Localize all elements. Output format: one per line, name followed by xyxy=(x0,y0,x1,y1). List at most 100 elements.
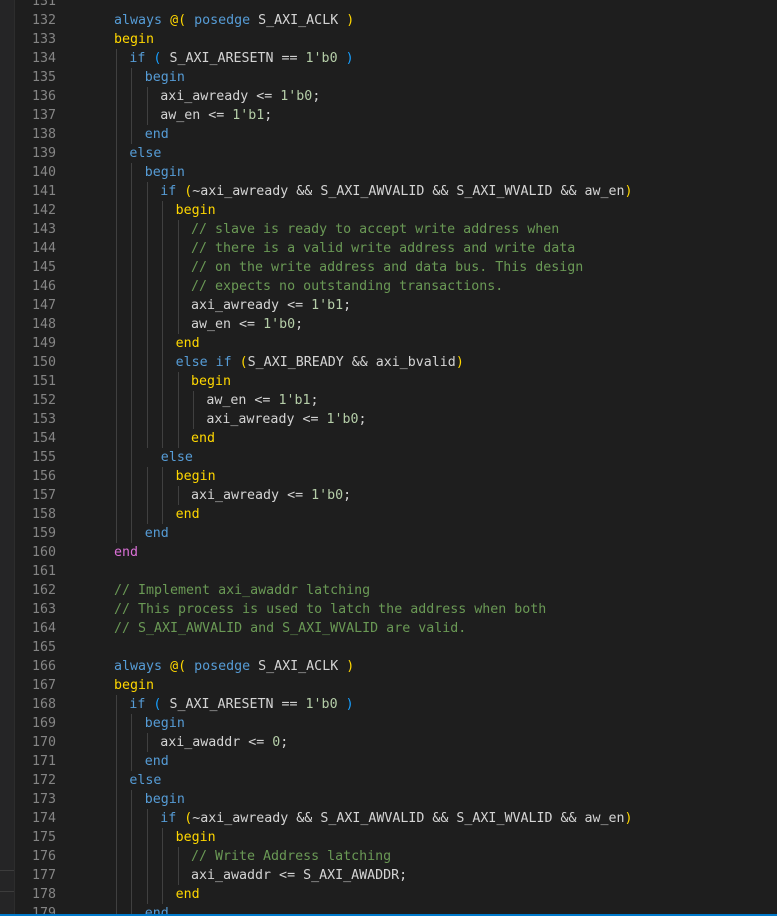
line-number: 134 xyxy=(31,51,56,66)
code-line[interactable]: 158 end xyxy=(14,505,777,524)
code-line[interactable]: 159 end xyxy=(14,524,777,543)
code-token: ) xyxy=(345,697,354,712)
indent-guide xyxy=(131,372,133,391)
line-number: 141 xyxy=(31,184,56,199)
code-token: 1'b1 xyxy=(278,393,311,408)
code-line[interactable]: 166 always @( posedge S_AXI_ACLK ) xyxy=(14,657,777,676)
code-line[interactable]: 173 begin xyxy=(14,790,777,809)
code-line[interactable]: 175 begin xyxy=(14,828,777,847)
code-line[interactable]: 168 if ( S_AXI_ARESETN == 1'b0 ) xyxy=(14,695,777,714)
line-number: 131 xyxy=(31,0,56,9)
code-line[interactable]: 154 end xyxy=(14,429,777,448)
code-line[interactable]: 169 begin xyxy=(14,714,777,733)
code-line[interactable]: 148 aw_en <= 1'b0; xyxy=(14,315,777,334)
code-line[interactable]: 145 // on the write address and data bus.… xyxy=(14,258,777,277)
code-token: begin xyxy=(144,716,185,731)
code-token: end xyxy=(175,507,200,522)
code-line[interactable]: 134 if ( S_AXI_ARESETN == 1'b0 ) xyxy=(14,49,777,68)
code-token: // there is a valid write address and wr… xyxy=(191,241,576,256)
code-line[interactable]: 160 end xyxy=(14,543,777,562)
indent-guide xyxy=(146,733,148,752)
code-editor[interactable]: 131 132 always @( posedge S_AXI_ACLK ) 133 b… xyxy=(14,0,777,916)
code-token: ~axi_awready && S_AXI_AWVALID && S_AXI_W… xyxy=(192,811,625,826)
line-number: 153 xyxy=(31,412,56,427)
code-line[interactable]: 177 axi_awaddr <= S_AXI_AWADDR; xyxy=(14,866,777,885)
code-token: end xyxy=(175,887,200,902)
indent-guide xyxy=(131,315,133,334)
line-number: 152 xyxy=(31,393,56,408)
code-line[interactable]: 172 else xyxy=(14,771,777,790)
code-line[interactable]: 136 axi_awready <= 1'b0; xyxy=(14,87,777,106)
code-line[interactable]: 137 aw_en <= 1'b1; xyxy=(14,106,777,125)
code-line[interactable]: 152 aw_en <= 1'b1; xyxy=(14,391,777,410)
indent-guide xyxy=(193,391,194,410)
code-text: end xyxy=(145,752,169,771)
indent-guide xyxy=(162,239,164,258)
indent-guide xyxy=(131,866,133,885)
code-text: // S_AXI_AWVALID and S_AXI_WVALID are va… xyxy=(114,619,466,638)
code-line[interactable]: 141 if (~axi_awready && S_AXI_AWVALID && … xyxy=(14,182,777,201)
code-text: // slave is ready to accept write addres… xyxy=(191,220,559,239)
code-line[interactable]: 153 axi_awready <= 1'b0; xyxy=(14,410,777,429)
code-line[interactable]: 162 // Implement axi_awaddr latching xyxy=(14,581,777,600)
code-line[interactable]: 163 // This process is used to latch the … xyxy=(14,600,777,619)
code-line[interactable]: 167 begin xyxy=(14,676,777,695)
code-token: if xyxy=(160,184,177,199)
line-number: 133 xyxy=(31,32,56,47)
indent-guide xyxy=(162,828,164,847)
indent-guide xyxy=(116,524,117,543)
code-token: ; xyxy=(312,89,321,104)
indent-guide xyxy=(116,771,117,790)
code-line[interactable]: 139 else xyxy=(14,144,777,163)
indent-guide xyxy=(131,334,133,353)
code-token: ) xyxy=(624,184,633,199)
code-line[interactable]: 155 else xyxy=(14,448,777,467)
indent-guide xyxy=(131,885,133,904)
code-text: always @( posedge S_AXI_ACLK ) xyxy=(114,657,354,676)
code-token: ) xyxy=(455,355,464,370)
indent-guide xyxy=(131,733,133,752)
indent-guide xyxy=(177,277,179,296)
code-line[interactable]: 144 // there is a valid write address and… xyxy=(14,239,777,258)
code-line[interactable]: 133 begin xyxy=(14,30,777,49)
code-line[interactable]: 170 axi_awaddr <= 0; xyxy=(14,733,777,752)
indent-guide xyxy=(116,144,117,163)
code-line[interactable]: 138 end xyxy=(14,125,777,144)
code-token: axi_awready <= xyxy=(206,412,327,427)
code-line[interactable]: 131 xyxy=(14,0,777,11)
code-line[interactable]: 156 begin xyxy=(14,467,777,486)
code-line[interactable]: 132 always @( posedge S_AXI_ACLK ) xyxy=(14,11,777,30)
code-line[interactable]: 174 if (~axi_awready && S_AXI_AWVALID && … xyxy=(14,809,777,828)
line-number: 168 xyxy=(31,697,56,712)
code-text: else if (S_AXI_BREADY && axi_bvalid) xyxy=(176,353,464,372)
code-token: ~axi_awready && S_AXI_AWVALID && S_AXI_W… xyxy=(192,184,625,199)
code-line[interactable]: 150 else if (S_AXI_BREADY && axi_bvalid) xyxy=(14,353,777,372)
indent-guide xyxy=(131,828,133,847)
code-line[interactable]: 164 // S_AXI_AWVALID and S_AXI_WVALID are… xyxy=(14,619,777,638)
code-line[interactable]: 176 // Write Address latching xyxy=(14,847,777,866)
line-number: 149 xyxy=(31,336,56,351)
code-line[interactable]: 146 // expects no outstanding transaction… xyxy=(14,277,777,296)
line-number: 177 xyxy=(31,868,56,883)
line-number: 136 xyxy=(31,89,56,104)
code-line[interactable]: 147 axi_awready <= 1'b1; xyxy=(14,296,777,315)
code-token: ; xyxy=(280,735,289,750)
code-line[interactable]: 165 xyxy=(14,638,777,657)
code-line[interactable]: 142 begin xyxy=(14,201,777,220)
code-line[interactable]: 143 // slave is ready to accept write add… xyxy=(14,220,777,239)
code-line[interactable]: 171 end xyxy=(14,752,777,771)
code-line[interactable]: 157 axi_awready <= 1'b0; xyxy=(14,486,777,505)
code-line[interactable]: 178 end xyxy=(14,885,777,904)
code-line[interactable]: 161 xyxy=(14,562,777,581)
indent-guide xyxy=(177,315,179,334)
code-line[interactable]: 135 begin xyxy=(14,68,777,87)
code-line[interactable]: 149 end xyxy=(14,334,777,353)
code-line[interactable]: 140 begin xyxy=(14,163,777,182)
code-line[interactable]: 151 begin xyxy=(14,372,777,391)
indent-guide xyxy=(146,410,148,429)
line-number: 169 xyxy=(31,716,56,731)
code-text: axi_awready <= 1'b0; xyxy=(191,486,351,505)
